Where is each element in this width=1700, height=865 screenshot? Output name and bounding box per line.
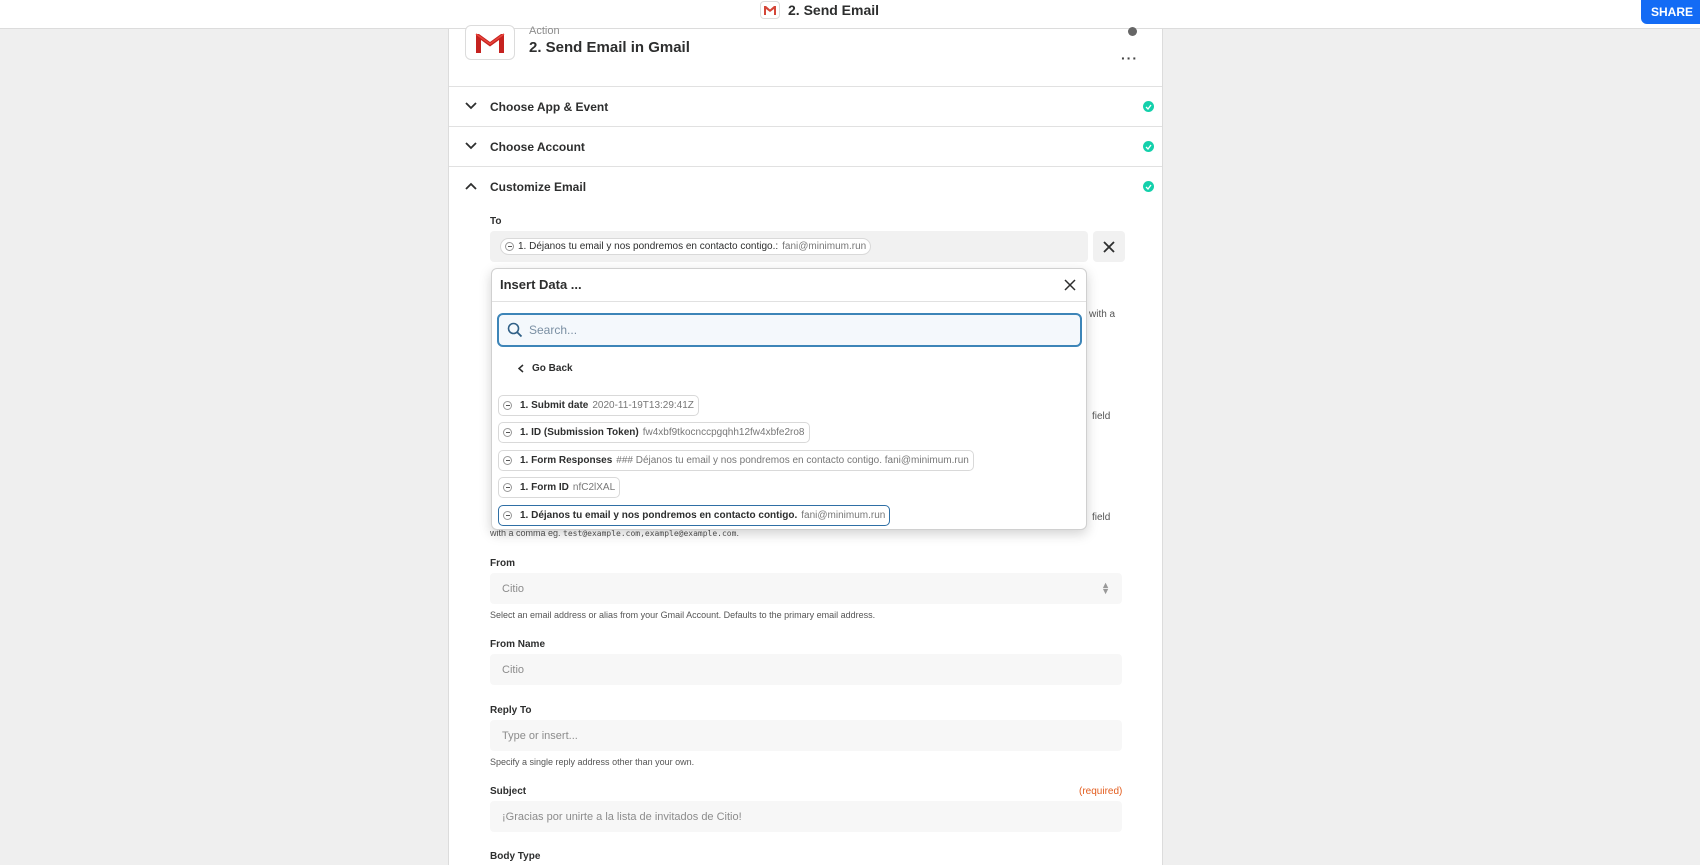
section-choose-account[interactable]: Choose Account [449,126,1162,166]
to-data-pill[interactable]: 1. Déjanos tu email y nos pondremos en c… [500,238,872,255]
from-name-label: From Name [490,639,546,650]
check-icon [1143,181,1154,192]
zap-title-area: 2. Send Email [760,0,879,20]
body-type-label: Body Type [490,851,541,862]
reply-to-input[interactable]: Type or insert... [490,720,1122,751]
field-data-icon [503,456,512,465]
from-name-input[interactable]: Citio [490,654,1122,685]
chevron-left-icon [518,364,524,373]
from-select[interactable]: Citio ▲ ▼ [490,573,1122,604]
reply-to-help-text: Specify a single reply address other tha… [490,757,695,767]
chevron-up-icon [465,182,477,190]
select-arrows-icon: ▲ ▼ [1101,580,1110,596]
to-field[interactable]: 1. Déjanos tu email y nos pondremos en c… [490,231,1088,262]
zap-step-title: 2. Send Email [788,2,880,18]
close-icon [1103,240,1115,253]
field-data-icon [505,242,514,251]
gmail-icon [760,1,780,19]
field-data-icon [503,511,512,520]
field-data-icon [503,428,512,437]
field-data-icon [503,401,512,410]
subject-label: Subject [490,786,527,797]
check-icon [1143,101,1154,112]
data-item-submission-token[interactable]: 1. ID (Submission Token) fw4xbf9tkocnccp… [498,422,810,443]
section-choose-app-event[interactable]: Choose App & Event [449,86,1162,126]
section-label: Choose Account [490,139,585,154]
from-help-text: Select an email address or alias from yo… [490,610,876,620]
check-icon [1143,141,1154,152]
step-title: 2. Send Email in Gmail [529,39,690,56]
required-indicator: (required) [1079,786,1123,797]
chevron-down-icon [465,142,477,150]
go-back-button[interactable]: Go Back [518,363,573,374]
popup-header: Insert Data ... [492,269,1086,302]
chevron-down-icon [465,102,477,110]
search-box [497,313,1082,347]
subject-input[interactable]: ¡Gracias por unirte a la lista de invita… [490,801,1122,832]
data-item-form-responses[interactable]: 1. Form Responses ### Déjanos tu email y… [498,450,974,471]
close-icon[interactable] [1063,278,1077,292]
help-text-fragment: field [1092,411,1111,422]
pill-name: 1. Déjanos tu email y nos pondremos en c… [518,241,779,252]
insert-data-popup: Insert Data ... Go Back 1. Submit date 2… [491,268,1087,530]
field-data-icon [503,483,512,492]
step-header: Action 2. Send Email in Gmail ··· [449,25,1162,86]
data-item-submit-date[interactable]: 1. Submit date 2020-11-19T13:29:41Z [498,395,699,416]
section-label: Customize Email [490,179,587,194]
info-icon[interactable] [1128,27,1137,36]
top-bar: 2. Send Email SHARE [0,0,1700,29]
section-label: Choose App & Event [490,99,609,114]
search-icon [507,322,523,338]
more-options-icon[interactable]: ··· [1121,50,1138,66]
to-field-label: To [490,216,502,227]
data-item-form-id[interactable]: 1. Form ID nfC2lXAL [498,477,621,498]
search-input[interactable] [529,320,1069,340]
gmail-app-icon [465,25,515,60]
section-customize-email[interactable]: Customize Email [449,166,1162,206]
step-type-label: Action [529,25,560,37]
data-item-email-question[interactable]: 1. Déjanos tu email y nos pondremos en c… [498,505,891,526]
popup-title: Insert Data ... [500,277,582,292]
pill-value: fani@minimum.run [782,241,867,252]
share-button[interactable]: SHARE [1641,0,1700,24]
help-text-fragment: with a [1089,309,1116,320]
reply-to-label: Reply To [490,705,532,716]
clear-field-button[interactable] [1093,231,1125,262]
help-text-fragment: field [1092,512,1111,523]
from-field-label: From [490,558,515,569]
